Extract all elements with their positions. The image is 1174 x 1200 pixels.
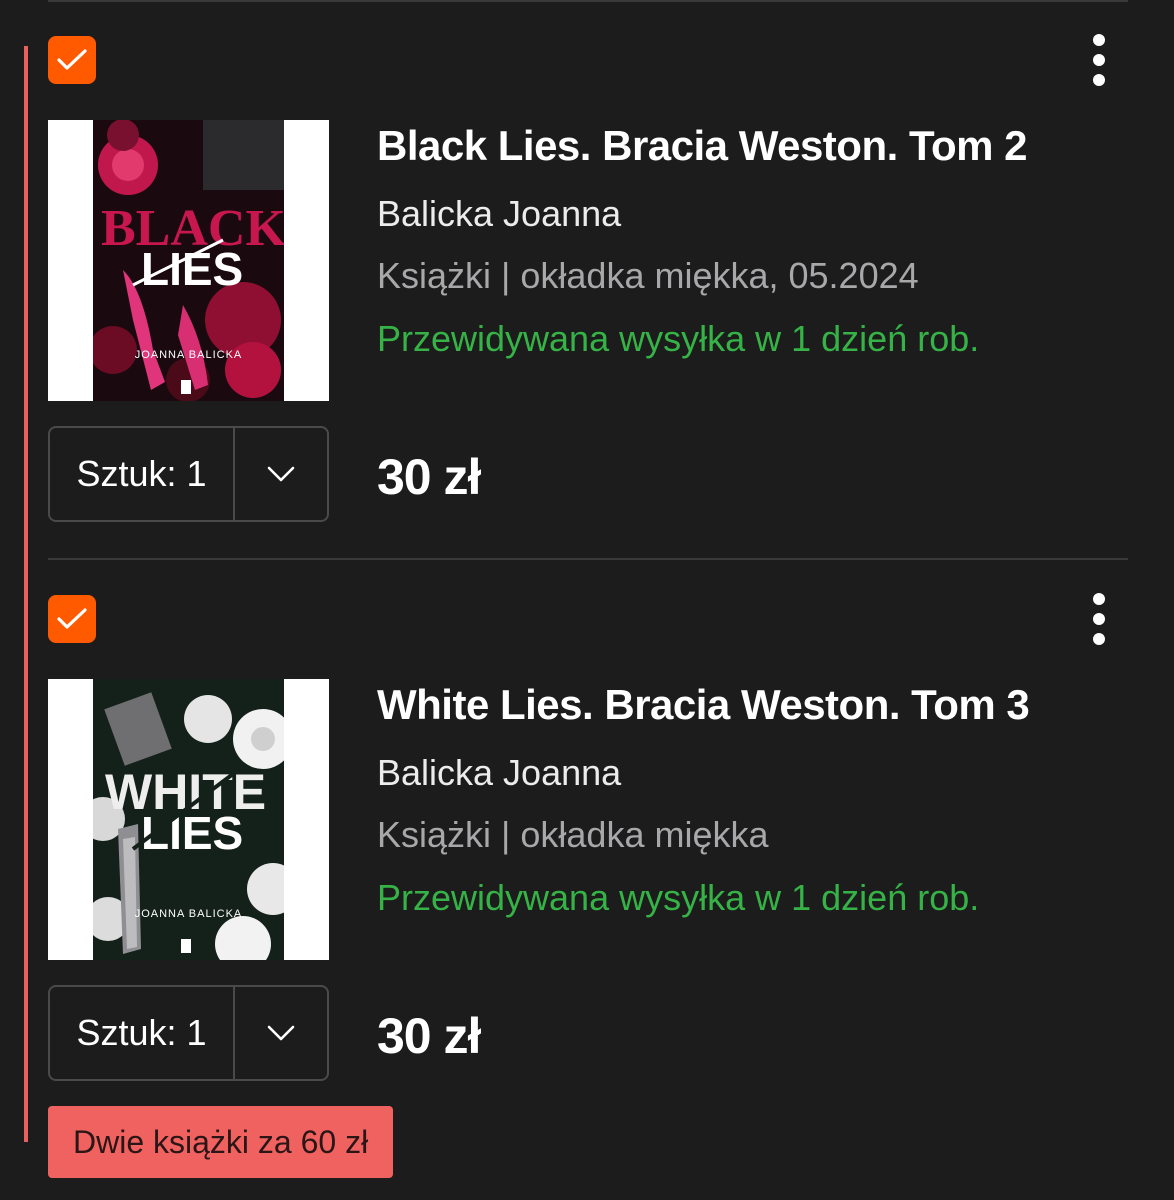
- item-price: 30 zł: [377, 449, 481, 505]
- item-checkbox[interactable]: [48, 36, 96, 84]
- bundle-indicator-bar: [24, 46, 28, 1142]
- more-vertical-icon[interactable]: [1084, 30, 1114, 90]
- book-title[interactable]: Black Lies. Bracia Weston. Tom 2: [377, 122, 1028, 170]
- quantity-label: Sztuk: 1: [50, 428, 235, 520]
- book-format: Książki | okładka miękka, 05.2024: [377, 255, 919, 296]
- book-author[interactable]: Balicka Joanna: [377, 193, 621, 235]
- item-price: 30 zł: [377, 1008, 481, 1064]
- checkmark-icon: [57, 49, 87, 70]
- more-vertical-icon[interactable]: [1084, 589, 1114, 649]
- cart-item: BLACK LIES JOANNA BALICKA Black Lies. Br…: [48, 0, 1128, 540]
- checkmark-icon: [57, 608, 87, 629]
- chevron-down-icon: [267, 1025, 295, 1041]
- cover-title-word-2: LIES: [141, 243, 243, 295]
- quantity-label: Sztuk: 1: [50, 987, 235, 1079]
- book-cover-image[interactable]: WHITE LIES JOANNA BALICKA: [48, 679, 329, 960]
- book-cover-image[interactable]: BLACK LIES JOANNA BALICKA: [48, 120, 329, 401]
- book-title[interactable]: White Lies. Bracia Weston. Tom 3: [377, 681, 1030, 729]
- item-checkbox[interactable]: [48, 595, 96, 643]
- shipping-info: Przewidywana wysyłka w 1 dzień rob.: [377, 877, 980, 918]
- book-author[interactable]: Balicka Joanna: [377, 752, 621, 794]
- quantity-select[interactable]: Sztuk: 1: [48, 426, 329, 522]
- book-format: Książki | okładka miękka: [377, 814, 769, 855]
- shipping-info: Przewidywana wysyłka w 1 dzień rob.: [377, 318, 980, 359]
- cart-item: WHITE LIES JOANNA BALICKA White Lies. Br…: [48, 559, 1128, 1099]
- quantity-select[interactable]: Sztuk: 1: [48, 985, 329, 1081]
- bundle-promo-badge[interactable]: Dwie książki za 60 zł: [48, 1106, 394, 1178]
- cover-author: JOANNA BALICKA: [135, 349, 243, 361]
- cover-author: JOANNA BALICKA: [135, 908, 243, 920]
- chevron-down-icon: [267, 466, 295, 482]
